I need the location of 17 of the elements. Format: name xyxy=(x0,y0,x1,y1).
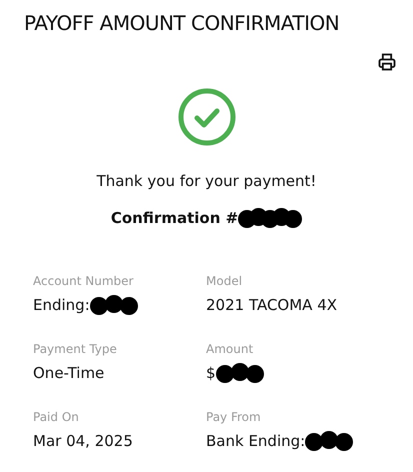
page-title: PAYOFF AMOUNT CONFIRMATION xyxy=(24,10,340,37)
field-label: Payment Type xyxy=(33,341,118,357)
field-label: Model xyxy=(206,273,244,289)
thank-you-message: Thank you for your payment! xyxy=(96,171,316,192)
field-value: One-Time xyxy=(33,363,104,383)
field-value: $ xyxy=(206,363,216,383)
field-value: 2021 TACOMA 4X xyxy=(206,295,338,315)
field-value: Bank Ending: xyxy=(206,431,306,451)
success-check-icon xyxy=(178,88,236,146)
confirmation-number: Confirmation # xyxy=(110,208,238,228)
field-label: Account Number xyxy=(33,273,134,289)
field-label: Pay From xyxy=(206,409,262,425)
field-label: Paid On xyxy=(33,409,80,425)
field-value: Mar 04, 2025 xyxy=(33,431,133,451)
field-value: Ending: xyxy=(33,295,90,315)
field-label: Amount xyxy=(206,341,254,357)
print-icon[interactable] xyxy=(377,52,397,72)
